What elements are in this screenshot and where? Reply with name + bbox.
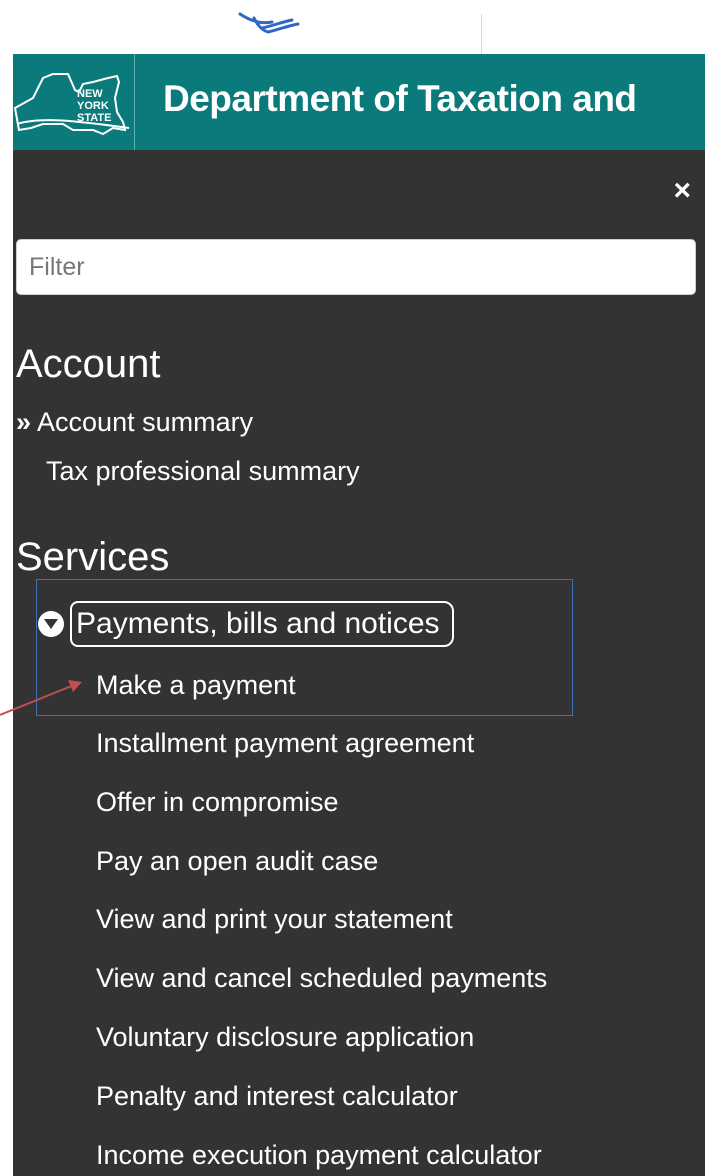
- menu-item-view-print-statement[interactable]: View and print your statement: [96, 904, 453, 935]
- logo-word-3: STATE: [77, 112, 111, 124]
- logo-word-2: YORK: [77, 100, 109, 112]
- site-header: NEW YORK STATE Department of Taxation an…: [13, 54, 705, 150]
- close-icon[interactable]: ×: [673, 176, 691, 206]
- menu-item-account-summary[interactable]: » Account summary: [16, 407, 253, 438]
- menu-item-voluntary-disclosure-application[interactable]: Voluntary disclosure application: [96, 1022, 474, 1053]
- menu-item-installment-payment-agreement[interactable]: Installment payment agreement: [96, 728, 474, 759]
- collapse-triangle-icon[interactable]: [38, 611, 64, 637]
- annotation-arrow-icon: [0, 680, 82, 716]
- top-strip: [0, 0, 705, 54]
- top-divider: [481, 14, 482, 54]
- current-page-marker-icon: »: [16, 407, 32, 437]
- menu-item-income-execution-payment-calculator[interactable]: Income execution payment calculator: [96, 1140, 542, 1171]
- header-separator: [134, 54, 135, 150]
- menu-group-payments[interactable]: Payments, bills and notices: [38, 601, 454, 647]
- scribble-mark: [238, 12, 300, 34]
- menu-item-make-a-payment[interactable]: Make a payment: [96, 670, 296, 701]
- menu-item-view-cancel-scheduled-payments[interactable]: View and cancel scheduled payments: [96, 963, 547, 994]
- menu-item-pay-open-audit-case[interactable]: Pay an open audit case: [96, 846, 378, 877]
- menu-item-tax-professional-summary[interactable]: Tax professional summary: [46, 456, 360, 487]
- section-title-account: Account: [16, 342, 161, 386]
- logo-word-1: NEW: [77, 88, 103, 100]
- filter-input[interactable]: [16, 239, 696, 295]
- menu-item-offer-in-compromise[interactable]: Offer in compromise: [96, 787, 339, 818]
- menu-item-label: Account summary: [37, 407, 254, 437]
- nys-logo[interactable]: NEW YORK STATE: [13, 68, 133, 138]
- menu-group-label: Payments, bills and notices: [70, 601, 454, 647]
- nav-menu-panel: × Account »Account summary Tax professio…: [13, 150, 705, 1176]
- menu-item-penalty-interest-calculator[interactable]: Penalty and interest calculator: [96, 1081, 458, 1112]
- page-title[interactable]: Department of Taxation and: [163, 78, 637, 120]
- section-title-services: Services: [16, 535, 170, 579]
